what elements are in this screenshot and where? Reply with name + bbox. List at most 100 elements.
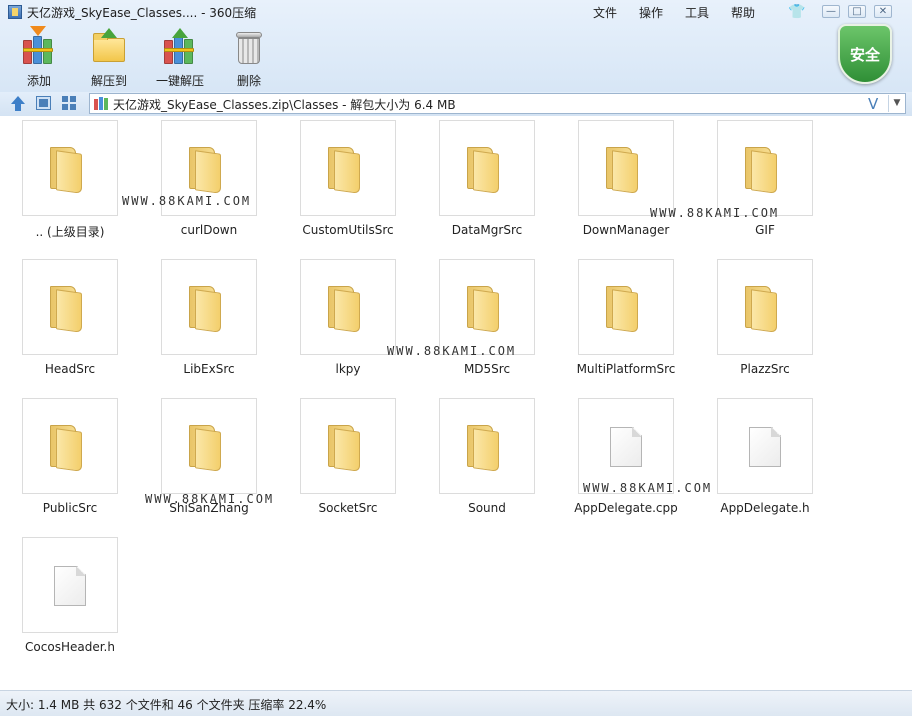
window-chrome: 天亿游戏_SkyEase_Classes.... - 360压缩 文件 操作 工…: [0, 0, 912, 92]
item-name: .. (上级目录): [35, 225, 105, 239]
address-row: 天亿游戏_SkyEase_Classes.zip\Classes - 解包大小为…: [0, 92, 912, 116]
file-item[interactable]: AppDelegate.h: [696, 398, 830, 528]
thumbnail-frame: [717, 259, 813, 355]
extract-to-label: 解压到: [90, 74, 127, 88]
folder-icon: [606, 147, 638, 194]
item-name: DownManager: [582, 223, 670, 237]
menu-operation[interactable]: 操作: [628, 4, 674, 21]
status-bar: 大小: 1.4 MB 共 632 个文件和 46 个文件夹 压缩率 22.4%: [0, 690, 912, 716]
folder-item[interactable]: Sound: [418, 398, 552, 528]
watermark-text: WWW.88KAMI.COM: [387, 344, 517, 358]
thumbnail-frame: [161, 259, 257, 355]
folder-item[interactable]: HeadSrc: [1, 259, 135, 389]
maximize-button[interactable]: □: [848, 5, 866, 18]
delete-button[interactable]: 删除: [214, 26, 284, 88]
thumbnail-frame: [439, 120, 535, 216]
archive-window: 天亿游戏_SkyEase_Classes.... - 360压缩 文件 操作 工…: [0, 0, 912, 716]
quick-extract-button[interactable]: 一键解压: [144, 26, 216, 88]
status-text: 大小: 1.4 MB 共 632 个文件和 46 个文件夹 压缩率 22.4%: [6, 698, 327, 712]
app-icon: [8, 5, 22, 19]
menu-help[interactable]: 帮助: [720, 4, 766, 21]
folder-item[interactable]: PlazzSrc: [696, 259, 830, 389]
file-item[interactable]: CocosHeader.h: [1, 537, 135, 667]
address-bar[interactable]: 天亿游戏_SkyEase_Classes.zip\Classes - 解包大小为…: [89, 93, 906, 114]
extract-to-button[interactable]: 解压到: [74, 26, 144, 88]
folder-icon: [745, 286, 777, 333]
file-icon: [54, 566, 86, 606]
item-name: PublicSrc: [42, 501, 98, 515]
address-path: 天亿游戏_SkyEase_Classes.zip\Classes - 解包大小为…: [113, 98, 456, 112]
thumbnail-frame: [161, 398, 257, 494]
item-name: lkpy: [335, 362, 361, 376]
folder-icon: [50, 425, 82, 472]
folder-icon: [50, 147, 82, 194]
item-name: DataMgrSrc: [451, 223, 523, 237]
up-arrow-icon[interactable]: [10, 96, 26, 112]
folder-icon: [467, 286, 499, 333]
thumbnail-frame: [578, 259, 674, 355]
thumbnail-frame: [22, 120, 118, 216]
minimize-button[interactable]: —: [822, 5, 840, 18]
folder-item[interactable]: LibExSrc: [140, 259, 274, 389]
folder-icon: [606, 286, 638, 333]
folder-item[interactable]: curlDown: [140, 120, 274, 250]
add-label: 添加: [26, 74, 51, 88]
folder-icon: [189, 147, 221, 194]
folder-item[interactable]: CustomUtilsSrc: [279, 120, 413, 250]
file-grid: .. (上级目录) curlDown CustomUtilsSrc DataMgrSr…: [0, 118, 912, 690]
add-button[interactable]: 添加: [4, 26, 74, 88]
item-name: AppDelegate.cpp: [574, 501, 678, 515]
folder-item[interactable]: DataMgrSrc: [418, 120, 552, 250]
folder-item[interactable]: PublicSrc: [1, 398, 135, 528]
thumbnail-frame: [717, 120, 813, 216]
item-name: GIF: [755, 223, 775, 237]
archive-icon: [94, 97, 108, 110]
address-v-icon[interactable]: V: [868, 95, 878, 113]
close-button[interactable]: ✕: [874, 5, 892, 18]
folder-item[interactable]: .. (上级目录): [1, 120, 135, 250]
item-name: CustomUtilsSrc: [302, 223, 394, 237]
folder-item[interactable]: GIF: [696, 120, 830, 250]
security-badge-text: 安全: [849, 46, 880, 64]
file-icon: [610, 427, 642, 467]
watermark-text: WWW.88KAMI.COM: [145, 492, 275, 506]
folder-icon: [189, 286, 221, 333]
item-name: MultiPlatformSrc: [576, 362, 676, 376]
menu-file[interactable]: 文件: [582, 4, 628, 21]
thumbnail-frame: [717, 398, 813, 494]
folder-icon: [328, 425, 360, 472]
item-name: PlazzSrc: [740, 362, 790, 376]
folder-item[interactable]: DownManager: [557, 120, 691, 250]
thumbnail-frame: [300, 259, 396, 355]
item-name: AppDelegate.h: [720, 501, 810, 515]
title-bar[interactable]: 天亿游戏_SkyEase_Classes.... - 360压缩 文件 操作 工…: [0, 0, 912, 24]
quick-extract-icon: [162, 28, 198, 66]
large-icon-view-icon[interactable]: [36, 96, 51, 110]
folder-item[interactable]: lkpy: [279, 259, 413, 389]
add-archive-icon: [21, 26, 57, 66]
thumbnail-frame: [22, 259, 118, 355]
extract-folder-icon: [91, 28, 127, 66]
folder-item[interactable]: MD5Src: [418, 259, 552, 389]
thumbnail-frame: [578, 398, 674, 494]
chevron-down-icon[interactable]: ▼: [888, 95, 905, 112]
folder-icon: [467, 147, 499, 194]
file-icon: [749, 427, 781, 467]
item-name: LibExSrc: [183, 362, 235, 376]
item-name: CocosHeader.h: [25, 640, 115, 654]
file-item[interactable]: AppDelegate.cpp: [557, 398, 691, 528]
folder-item[interactable]: SocketSrc: [279, 398, 413, 528]
folder-icon: [189, 425, 221, 472]
folder-icon: [467, 425, 499, 472]
thumbnail-frame: [300, 398, 396, 494]
item-name: curlDown: [180, 223, 238, 237]
thumbnail-frame: [578, 120, 674, 216]
security-shield-icon[interactable]: 安全: [838, 24, 892, 86]
shirt-icon[interactable]: 👕: [788, 4, 805, 20]
item-name: SocketSrc: [318, 501, 378, 515]
grid-view-icon[interactable]: [62, 96, 77, 110]
folder-item[interactable]: MultiPlatformSrc: [557, 259, 691, 389]
thumbnail-frame: [439, 398, 535, 494]
folder-item[interactable]: ShiSanZhang: [140, 398, 274, 528]
menu-tools[interactable]: 工具: [674, 4, 720, 21]
